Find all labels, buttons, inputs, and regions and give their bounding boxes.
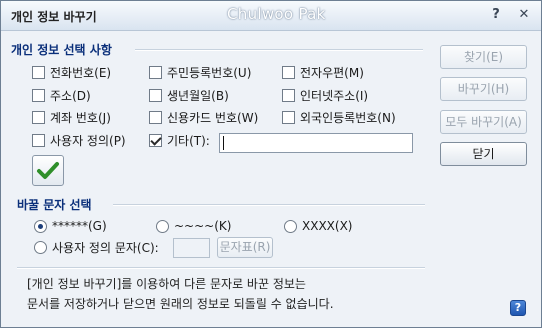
checkbox-box[interactable] (32, 133, 45, 147)
replace-group-title: 바꿀 문자 선택 (17, 198, 92, 212)
checkbox-label: 주민등록번호(U) (167, 65, 252, 80)
radio-tilde[interactable]: ~~~~(K) (156, 217, 231, 235)
checkbox-box-checked[interactable] (149, 133, 162, 147)
help-icon[interactable]: ? (510, 300, 526, 316)
notice-line-2: 문서를 저장하거나 닫으면 원래의 정보로 되돌릴 수 없습니다. (27, 297, 334, 311)
checkbox-internet-address[interactable]: 인터넷주소(I) (282, 86, 368, 104)
checkbox-address[interactable]: 주소(D) (32, 86, 91, 104)
checkbox-label: 신용카드 번호(W) (167, 110, 259, 125)
checkbox-foreigner-number[interactable]: 외국인등록번호(N) (282, 108, 396, 126)
checkbox-label: 사용자 정의(P) (50, 133, 126, 148)
radio-circle[interactable] (284, 219, 297, 233)
radio-asterisk[interactable]: ******(G) (34, 217, 107, 235)
other-text-input[interactable] (219, 133, 413, 153)
checkbox-label: 계좌 번호(J) (50, 110, 111, 125)
help-title-icon[interactable]: ? (487, 6, 505, 24)
close-button[interactable]: 닫기 (440, 142, 527, 166)
checkbox-box[interactable] (149, 88, 162, 102)
radio-label: XXXX(X) (302, 219, 353, 233)
checkbox-phone[interactable]: 전화번호(E) (32, 63, 111, 81)
replace-group-divider (113, 204, 425, 206)
dialog-content: 개인 정보 선택 사항 전화번호(E) 주민등록번호(U) 전자우편(M) 주소… (1, 32, 541, 327)
info-group-title: 개인 정보 선택 사항 (11, 43, 112, 57)
checkbox-label: 주소(D) (50, 88, 91, 103)
checkbox-box[interactable] (282, 65, 295, 79)
window-title: 개인 정보 바꾸기 (11, 10, 97, 24)
checkbox-box[interactable] (32, 65, 45, 79)
charmap-button[interactable]: 문자표(R) (217, 237, 273, 258)
radio-circle-selected[interactable] (34, 219, 47, 233)
info-group-divider (135, 49, 423, 51)
notice-divider (17, 267, 425, 269)
checkbox-box[interactable] (282, 88, 295, 102)
text-caret (223, 136, 224, 150)
checkbox-other[interactable]: 기타(T): (149, 131, 210, 149)
apply-check-button[interactable] (32, 155, 64, 186)
checkbox-box[interactable] (149, 110, 162, 124)
checkbox-account-number[interactable]: 계좌 번호(J) (32, 108, 111, 126)
checkbox-box[interactable] (149, 65, 162, 79)
checkbox-credit-card[interactable]: 신용카드 번호(W) (149, 108, 258, 126)
notice-line-1: [개인 정보 바꾸기]를 이용하여 다른 문자로 바꾼 정보는 (27, 277, 306, 291)
radio-circle[interactable] (156, 219, 169, 233)
checkbox-user-defined[interactable]: 사용자 정의(P) (32, 131, 126, 149)
checkbox-box[interactable] (282, 110, 295, 124)
checkbox-email[interactable]: 전자우편(M) (282, 63, 364, 81)
radio-label: ~~~~(K) (174, 219, 232, 233)
check-icon (37, 162, 59, 179)
checkbox-box[interactable] (32, 88, 45, 102)
checkbox-label: 기타(T): (167, 133, 210, 148)
radio-custom-char[interactable]: 사용자 정의 문자(C): (34, 238, 159, 256)
personal-info-dialog: 개인 정보 바꾸기 Chulwoo Pak ? ✕ 개인 정보 선택 사항 전화… (0, 0, 542, 328)
checkbox-birthdate[interactable]: 생년월일(B) (149, 86, 229, 104)
checkbox-label: 외국인등록번호(N) (300, 110, 396, 125)
title-bar[interactable]: 개인 정보 바꾸기 Chulwoo Pak ? ✕ (1, 1, 541, 31)
checkbox-resident-number[interactable]: 주민등록번호(U) (149, 63, 251, 81)
radio-xxxx[interactable]: XXXX(X) (284, 217, 352, 235)
replace-all-button[interactable]: 모두 바꾸기(A) (440, 110, 527, 134)
replace-button[interactable]: 바꾸기(H) (440, 77, 527, 101)
checkbox-box[interactable] (32, 110, 45, 124)
notice-text: [개인 정보 바꾸기]를 이용하여 다른 문자로 바꾼 정보는 문서를 저장하거… (27, 274, 334, 314)
close-icon[interactable]: ✕ (515, 6, 533, 24)
checkbox-label: 생년월일(B) (167, 88, 229, 103)
checkbox-label: 전자우편(M) (300, 65, 364, 80)
checkbox-label: 전화번호(E) (50, 65, 112, 80)
custom-char-input[interactable] (173, 238, 210, 258)
watermark-text: Chulwoo Pak (227, 5, 326, 23)
radio-label: 사용자 정의 문자(C): (52, 240, 159, 255)
radio-label: ******(G) (52, 219, 107, 233)
checkbox-label: 인터넷주소(I) (300, 88, 369, 103)
find-button[interactable]: 찾기(E) (440, 45, 527, 69)
radio-circle[interactable] (34, 240, 47, 254)
